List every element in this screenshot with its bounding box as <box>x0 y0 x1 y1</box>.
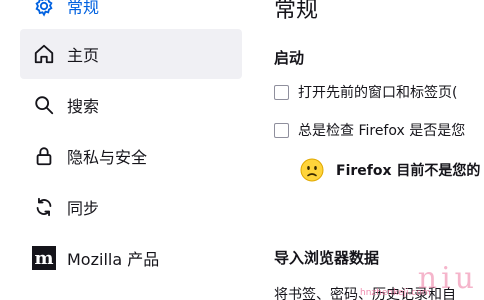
check-default-browser-checkbox[interactable] <box>274 122 289 138</box>
sidebar-item-label: Mozilla 产品 <box>67 250 160 269</box>
check-default-browser-checkbox-row[interactable]: 总是检查 Firefox 是否是您 <box>274 120 465 140</box>
sidebar-item-label: 搜索 <box>67 97 100 116</box>
sidebar-item-sync[interactable]: 同步 <box>20 182 242 232</box>
default-browser-status: Firefox 目前不是您的 <box>300 158 480 182</box>
sync-icon <box>30 193 58 221</box>
restore-session-label: 打开先前的窗口和标签页( <box>298 85 458 101</box>
default-browser-status-text: Firefox 目前不是您的 <box>336 163 481 179</box>
sidebar: 常规 主页 搜索 隐私与安全 同步 m Mozilla 产品 <box>0 0 250 300</box>
sidebar-item-mozilla-products[interactable]: m Mozilla 产品 <box>20 233 242 283</box>
import-section-title: 导入浏览器数据 <box>274 249 380 267</box>
lock-icon <box>30 142 58 170</box>
sidebar-item-label: 隐私与安全 <box>67 148 148 167</box>
import-description: 将书签、密码、历史记录和自 <box>274 287 456 300</box>
sidebar-item-home[interactable]: 主页 <box>20 29 242 79</box>
main-content: 常规 启动 打开先前的窗口和标签页( 总是检查 Firefox 是否是您 Fir… <box>274 0 484 300</box>
sidebar-item-general[interactable]: 常规 <box>20 0 242 31</box>
mozilla-icon: m <box>30 244 58 272</box>
sidebar-item-label: 常规 <box>67 0 100 17</box>
svg-text:m: m <box>34 248 53 269</box>
page-title: 常规 <box>274 0 319 23</box>
gear-icon <box>30 0 58 20</box>
search-icon <box>30 91 58 119</box>
sidebar-item-label: 主页 <box>67 46 100 65</box>
sidebar-item-privacy[interactable]: 隐私与安全 <box>20 131 242 181</box>
preferences-window: 常规 主页 搜索 隐私与安全 同步 m Mozilla 产品 常规 启动 打开先… <box>0 0 484 300</box>
restore-session-checkbox-row[interactable]: 打开先前的窗口和标签页( <box>274 82 457 102</box>
sidebar-item-label: 同步 <box>67 199 100 218</box>
startup-section-title: 启动 <box>274 49 305 67</box>
sidebar-item-search[interactable]: 搜索 <box>20 80 242 130</box>
check-default-browser-label: 总是检查 Firefox 是否是您 <box>298 123 466 139</box>
home-icon <box>30 40 58 68</box>
sad-face-icon <box>300 158 324 182</box>
restore-session-checkbox[interactable] <box>274 84 289 100</box>
